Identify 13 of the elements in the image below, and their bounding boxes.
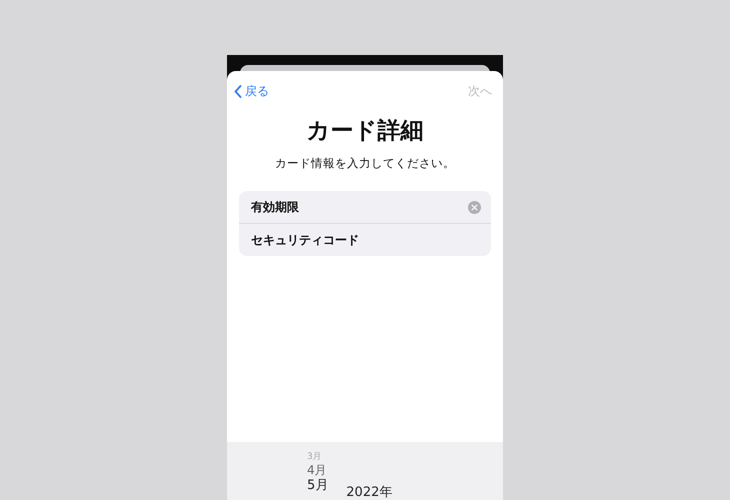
chevron-left-icon [234, 84, 242, 98]
date-picker[interactable]: 3月 4月 5月 2022年 [227, 442, 503, 500]
month-option[interactable]: 4月 [307, 463, 327, 478]
instruction-text: カード情報を入力してください。 [274, 156, 456, 171]
field-label: 有効期限 [251, 198, 299, 216]
field-label: セキュリティコード [251, 232, 359, 248]
back-button[interactable]: 戻る [234, 82, 269, 100]
year-option[interactable]: 2022年 [346, 485, 392, 500]
form-row[interactable]: 有効期限 [239, 191, 491, 223]
month-option[interactable]: 5月 [307, 478, 328, 493]
clear-icon[interactable] [468, 200, 481, 214]
page-title: カード詳細 [306, 117, 424, 146]
form-row[interactable]: セキュリティコード [239, 223, 491, 256]
